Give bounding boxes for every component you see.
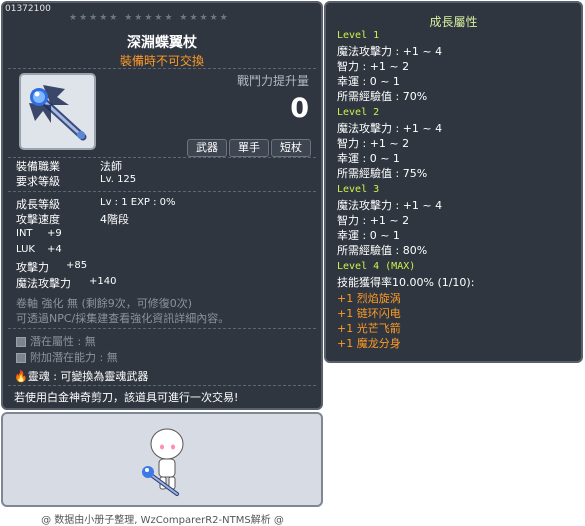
job-value: 法師 [100,160,122,173]
flame-icon: 🔥 [14,370,28,383]
stat-attack-value: +85 [66,260,88,271]
potential-label: 潛在屬性 [30,335,74,348]
stat-magic-attack-value: +140 [89,276,117,287]
enhance-hint: 可透過NPC/採集建查看強化資訊詳細內容。 [16,312,230,325]
bonus-potential-value: 無 [106,351,118,364]
soul-row: 🔥靈魂 : 可變換為靈魂武器 [14,370,149,383]
growth-line: 所需經驗值 : 75% [337,167,428,180]
growth-line: 所需經驗值 : 80% [337,244,428,257]
scroll-info: 卷軸 強化 無 (剩餘9次，可修復0次) [16,297,193,310]
stat-int-value: +9 [47,228,62,239]
stat-luk-label: LUK [16,244,35,255]
skill-item: +1 光芒飞箭 [337,322,401,335]
character-preview [1,412,323,507]
potential-row: 潛在屬性 : 無 [16,333,96,349]
growth-line: 智力 : +1 ~ 2 [337,214,410,227]
divider [8,191,316,192]
potential-checkbox-icon [16,337,26,347]
growth-level-1-header: Level 1 [337,30,380,41]
potential-value: 無 [84,335,96,348]
growth-line: 幸運 : 0 ~ 1 [337,75,400,88]
growth-level-2-header: Level 2 [337,107,380,118]
growth-line: 所需經驗值 : 70% [337,90,428,103]
staff-icon [29,85,87,141]
req-level-value: Lv. 125 [100,174,137,185]
growth-line: 智力 : +1 ~ 2 [337,60,410,73]
soul-value: 可變換為靈魂武器 [60,370,149,383]
stat-luk-value: +4 [47,244,62,255]
star-force-stars: ★★★★★ ★★★★★ ★★★★★ [69,13,230,23]
skill-item: +1 烈焰旋涡 [337,292,401,305]
bonus-potential-label: 附加潛在能力 [30,351,96,364]
growth-level-4-header: Level 4 (MAX) [337,261,416,272]
tag-weapon: 武器 [187,139,227,157]
divider [8,328,316,329]
job-label: 裝備職業 [16,160,60,173]
footer-credit: @ 数据由小册子整理, WzComparerR2-NTMS解析 @ [41,515,284,526]
skill-item: +1 魔龙分身 [337,337,401,350]
tag-one-handed: 單手 [229,139,269,157]
stat-magic-attack-label: 魔法攻擊力 [16,277,71,290]
combat-power-label: 戰鬥力提升量 [236,74,309,88]
attack-speed-value: 4階段 [100,213,129,226]
divider [8,68,316,69]
growth-attributes-panel: 成長屬性 Level 1 魔法攻擊力 : +1 ~ 4 智力 : +1 ~ 2 … [324,1,583,363]
growth-level-value: Lv : 1 EXP : 0% [100,197,176,208]
soul-label: 靈魂 [27,370,50,383]
growth-line: 智力 : +1 ~ 2 [337,137,410,150]
character-avatar-icon [142,428,184,496]
tag-short-staff: 短杖 [271,139,311,157]
growth-line: 魔法攻擊力 : +1 ~ 4 [337,199,443,212]
skill-chance-line: 技能獲得率10.00% (1/10): [337,276,475,289]
growth-line: 魔法攻擊力 : +1 ~ 4 [337,122,443,135]
growth-line: 魔法攻擊力 : +1 ~ 4 [337,45,443,58]
combat-power-value: 0 [290,93,309,124]
item-icon-frame [19,73,96,150]
item-name: 深淵蝶翼杖 [127,35,197,51]
untradable-notice: 裝備時不可交換 [119,54,204,68]
growth-level-label: 成長等級 [16,198,60,211]
growth-line: 幸運 : 0 ~ 1 [337,229,400,242]
platinum-scissors-note: 若使用白金神奇剪刀，該道具可進行一次交易! [14,391,239,404]
divider [8,385,316,386]
bonus-potential-row: 附加潛在能力 : 無 [16,349,118,365]
skill-item: +1 链环闪电 [337,307,401,320]
bonus-potential-checkbox-icon [16,353,26,363]
stat-int-label: INT [16,228,33,239]
item-id: 01372100 [5,4,51,14]
stat-attack-label: 攻擊力 [16,261,49,274]
growth-title: 成長屬性 [429,15,478,29]
attack-speed-label: 攻擊速度 [16,213,60,226]
req-level-label: 要求等級 [16,175,60,188]
growth-level-3-header: Level 3 [337,184,380,195]
item-tooltip: 01372100 ★★★★★ ★★★★★ ★★★★★ 深淵蝶翼杖 裝備時不可交換… [1,1,323,410]
growth-line: 幸運 : 0 ~ 1 [337,152,400,165]
